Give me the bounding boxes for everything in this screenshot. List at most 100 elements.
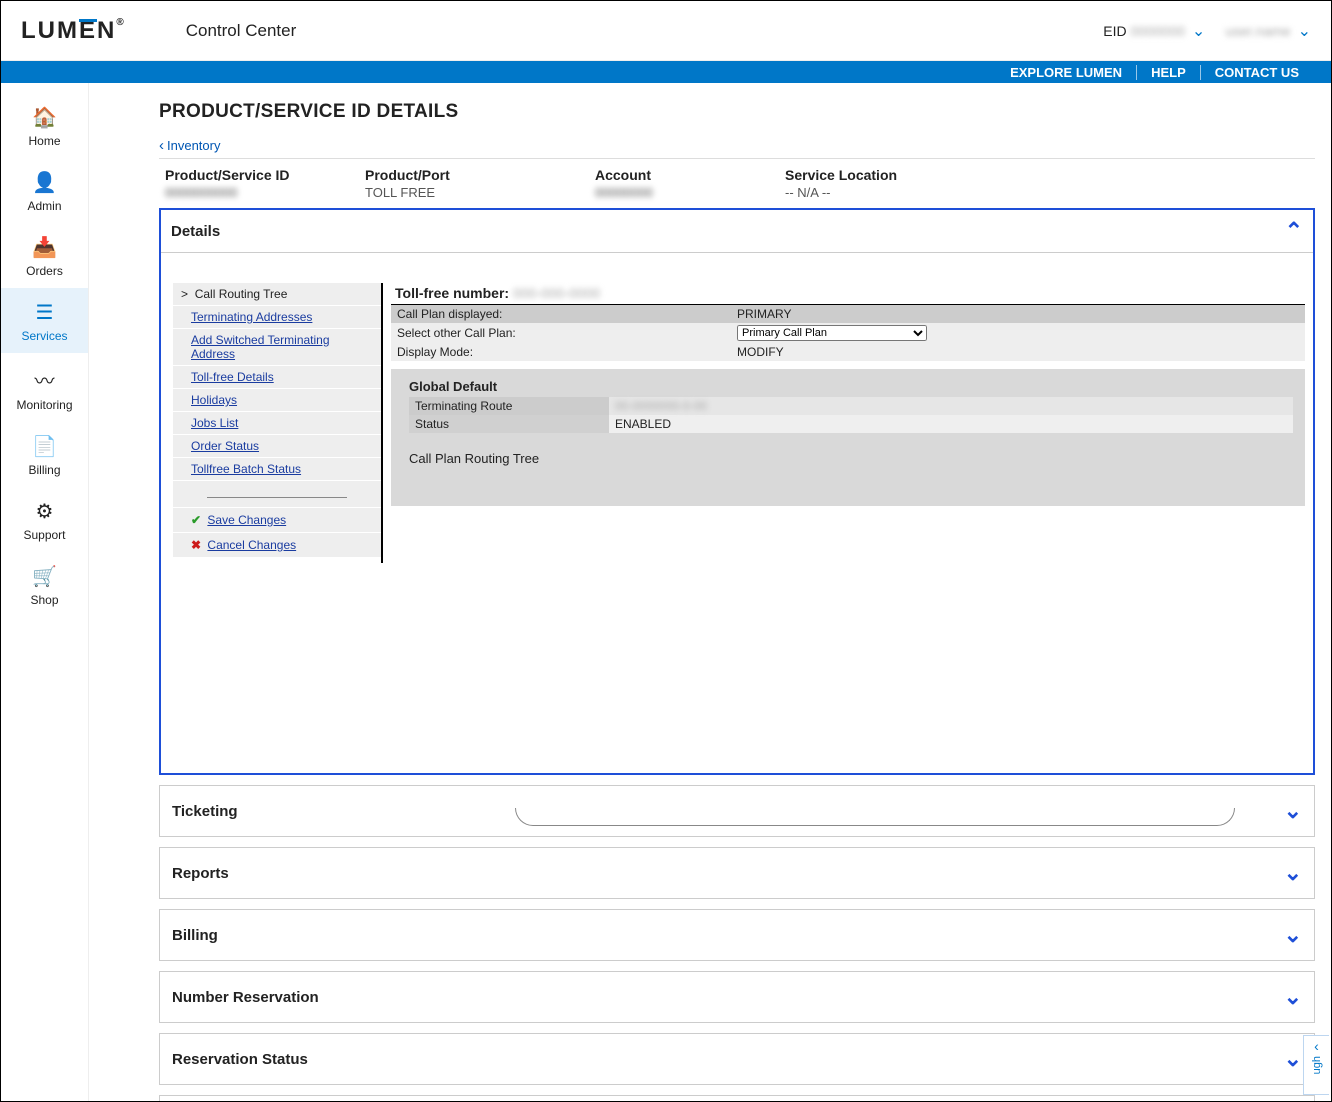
details-panel-title: Details	[171, 223, 220, 240]
panel-bottom-curve	[515, 808, 1235, 826]
sidebar-item-label: Orders	[26, 264, 63, 278]
check-icon: ✔	[191, 513, 201, 527]
nav-order-status[interactable]: Order Status	[191, 439, 259, 453]
chevron-down-icon: ⌄	[1298, 23, 1311, 40]
chevron-left-icon: ‹	[1314, 1038, 1319, 1054]
reports-header[interactable]: Reports ⌄	[160, 848, 1314, 898]
nav-tree-head[interactable]: > Call Routing Tree	[173, 283, 381, 306]
nav-add-switched[interactable]: Add Switched Terminating Address	[191, 333, 330, 361]
sidebar-item-monitoring[interactable]: 〰 Monitoring	[1, 353, 88, 422]
call-plan-displayed-label: Call Plan displayed:	[391, 305, 731, 323]
sidebar-item-support[interactable]: ⚙ Support	[1, 487, 88, 552]
user-dropdown[interactable]: user.name ⌄	[1225, 21, 1311, 41]
back-link-label: Inventory	[167, 138, 220, 153]
nav-batch-status[interactable]: Tollfree Batch Status	[191, 462, 301, 476]
chevron-down-icon: ⌄	[1192, 23, 1205, 40]
reservation-status-header[interactable]: Reservation Status ⌄	[160, 1034, 1314, 1084]
monitoring-icon: 〰	[35, 365, 55, 394]
service-loc-value: -- N/A --	[785, 185, 1309, 200]
service-loc-label: Service Location	[785, 167, 1309, 183]
call-plan-select[interactable]: Primary Call Plan	[737, 325, 927, 341]
detail-right-pane: Toll-free number: 000-000-0000 Call Plan…	[391, 283, 1305, 563]
chevron-down-icon: ⌄	[1284, 798, 1302, 824]
contact-us-link[interactable]: CONTACT US	[1200, 65, 1313, 80]
sidebar-item-label: Services	[21, 329, 67, 343]
nav-toll-free-details[interactable]: Toll-free Details	[191, 370, 274, 384]
summary-bar: Product/Service ID 0000000000 Product/Po…	[159, 158, 1315, 208]
top-nav-bar: EXPLORE LUMEN HELP CONTACT US	[1, 61, 1331, 83]
app-title: Control Center	[186, 21, 297, 41]
select-other-call-plan-label: Select other Call Plan:	[391, 323, 731, 343]
global-default-title: Global Default	[409, 379, 1293, 394]
chevron-down-icon: ⌄	[1284, 1046, 1302, 1072]
page-title: PRODUCT/SERVICE ID DETAILS	[159, 101, 1315, 123]
toll-free-label: Toll-free number:	[395, 285, 509, 301]
account-value: 00000000	[595, 185, 785, 200]
sidebar-item-shop[interactable]: 🛒 Shop	[1, 552, 88, 617]
shop-icon: 🛒	[32, 564, 57, 589]
services-icon: ☰	[36, 300, 54, 325]
product-port-value: TOLL FREE	[365, 185, 595, 200]
sidebar-item-billing[interactable]: 📄 Billing	[1, 422, 88, 487]
sidebar-item-label: Monitoring	[16, 398, 72, 412]
billing-accordion: Billing ⌄	[159, 909, 1315, 961]
x-icon: ✖	[191, 538, 201, 552]
routing-tree-title: Call Plan Routing Tree	[409, 451, 1293, 466]
billing-icon: 📄	[32, 434, 57, 459]
toll-free-value: 000-000-0000	[513, 285, 600, 301]
sidebar-item-label: Billing	[28, 463, 60, 477]
top-header: LUMEN® Control Center EID 0000000 ⌄ user…	[1, 1, 1331, 61]
cancel-changes-link[interactable]: ✖ Cancel Changes	[173, 533, 381, 558]
number-reservation-accordion: Number Reservation ⌄	[159, 971, 1315, 1023]
back-to-inventory-link[interactable]: ‹ Inventory	[159, 137, 220, 154]
sidebar-item-orders[interactable]: 📥 Orders	[1, 223, 88, 288]
sidebar-item-admin[interactable]: 👤 Admin	[1, 158, 88, 223]
help-link[interactable]: HELP	[1136, 65, 1200, 80]
eid-dropdown[interactable]: EID 0000000 ⌄	[1103, 21, 1205, 41]
username: user.name	[1225, 23, 1290, 39]
chevron-left-icon: ‹	[159, 137, 164, 154]
chevron-up-icon: ⌃	[1285, 218, 1303, 244]
billing-header[interactable]: Billing ⌄	[160, 910, 1314, 960]
terminating-route-label: Terminating Route	[409, 397, 609, 415]
status-label: Status	[409, 415, 609, 433]
explore-lumen-link[interactable]: EXPLORE LUMEN	[996, 65, 1136, 80]
chevron-down-icon: ⌄	[1284, 860, 1302, 886]
call-plan-template-header[interactable]: Call Plan Template ⌄	[160, 1096, 1314, 1102]
call-plan-template-accordion: Call Plan Template ⌄	[159, 1095, 1315, 1102]
sidebar-item-label: Shop	[30, 593, 58, 607]
details-panel-header[interactable]: Details ⌃	[161, 210, 1313, 253]
sidebar-item-services[interactable]: ☰ Services	[1, 288, 88, 353]
nav-divider	[173, 481, 381, 508]
chevron-down-icon: ⌄	[1284, 984, 1302, 1010]
call-routing-nav: > Call Routing Tree Terminating Addresse…	[173, 283, 383, 563]
nav-holidays[interactable]: Holidays	[191, 393, 237, 407]
orders-icon: 📥	[32, 235, 57, 260]
edge-page-tab[interactable]: ‹ ugh	[1303, 1035, 1329, 1095]
call-plan-displayed-value: PRIMARY	[731, 305, 1305, 323]
product-id-label: Product/Service ID	[165, 167, 365, 183]
product-id-value: 0000000000	[165, 185, 365, 200]
number-reservation-header[interactable]: Number Reservation ⌄	[160, 972, 1314, 1022]
account-label: Account	[595, 167, 785, 183]
reservation-status-accordion: Reservation Status ⌄	[159, 1033, 1315, 1085]
sidebar: 🏠 Home 👤 Admin 📥 Orders ☰ Services 〰 Mon…	[1, 83, 89, 1101]
product-port-label: Product/Port	[365, 167, 595, 183]
edge-tab-label: ugh	[1311, 1056, 1323, 1074]
eid-label: EID	[1103, 23, 1126, 39]
sidebar-item-home[interactable]: 🏠 Home	[1, 93, 88, 158]
sidebar-item-label: Home	[28, 134, 60, 148]
logo: LUMEN®	[21, 17, 126, 45]
sidebar-item-label: Admin	[27, 199, 61, 213]
home-icon: 🏠	[32, 105, 57, 130]
sidebar-item-label: Support	[23, 528, 65, 542]
support-icon: ⚙	[36, 499, 54, 524]
nav-jobs-list[interactable]: Jobs List	[191, 416, 238, 430]
global-default-box: Global Default Terminating Route 00-0000…	[391, 369, 1305, 506]
reports-accordion: Reports ⌄	[159, 847, 1315, 899]
details-panel: Details ⌃ > Call Routing Tree Terminatin…	[159, 208, 1315, 775]
display-mode-value: MODIFY	[731, 343, 1305, 361]
save-changes-link[interactable]: ✔ Save Changes	[173, 508, 381, 533]
nav-terminating-addresses[interactable]: Terminating Addresses	[191, 310, 312, 324]
terminating-route-value: 00-0000000-0-00	[615, 399, 707, 413]
